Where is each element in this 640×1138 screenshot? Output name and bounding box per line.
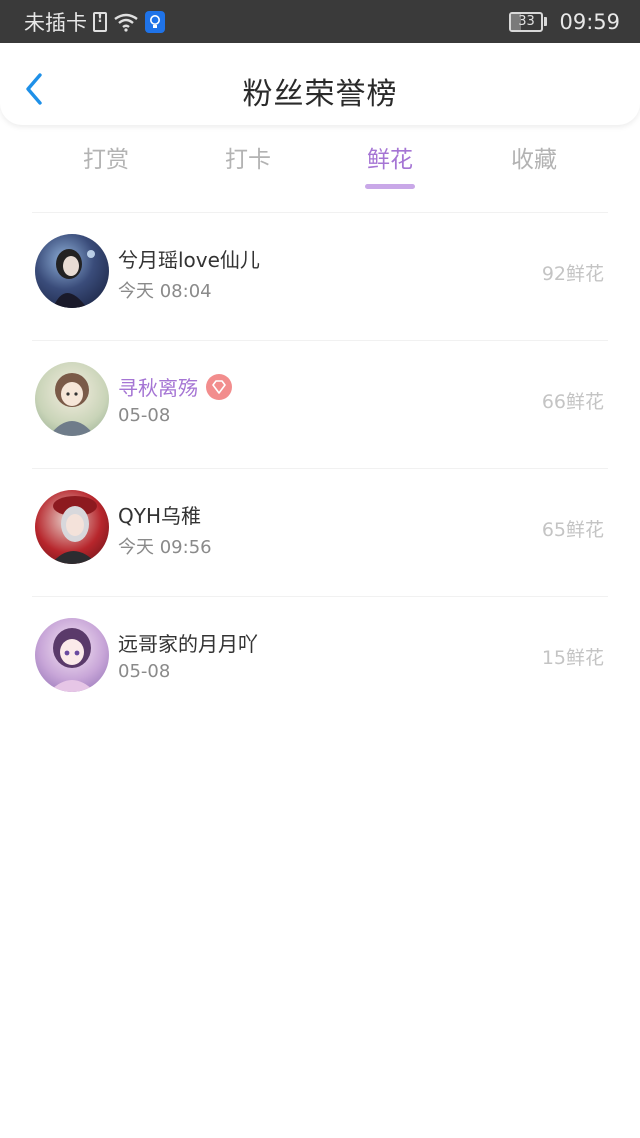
flower-count: 92鲜花 (541, 263, 604, 285)
avatar[interactable] (35, 618, 109, 692)
sim-alert-icon (93, 11, 107, 32)
tab-label: 打赏 (83, 147, 129, 173)
tab-flowers[interactable]: 鲜花 (340, 140, 440, 189)
wifi-icon (114, 13, 138, 32)
fan-name-text: 兮月瑶love仙儿 (118, 248, 260, 272)
status-bar: 未插卡 33 09:59 (0, 0, 640, 43)
flower-count: 66鲜花 (541, 391, 604, 413)
avatar[interactable] (35, 362, 109, 436)
status-bar-right: 33 09:59 (509, 10, 620, 34)
vip-diamond-icon (206, 373, 232, 400)
bulb-icon (145, 10, 165, 33)
tab-label: 收藏 (511, 147, 557, 173)
battery-level: 33 (518, 14, 535, 29)
fan-name-text: 寻秋离殇 (118, 376, 198, 400)
tab-bar: 打赏 打卡 鲜花 收藏 (0, 140, 640, 200)
avatar[interactable] (35, 234, 109, 308)
tab-label: 鲜花 (367, 147, 413, 173)
tab-label: 打卡 (225, 147, 271, 173)
list-item[interactable]: 兮月瑶love仙儿 今天 08:04 92鲜花 (0, 213, 640, 340)
tab-favorites[interactable]: 收藏 (484, 140, 584, 174)
fan-time: 今天 08:04 (118, 281, 212, 302)
list-item[interactable]: 寻秋离殇 05-08 66鲜花 (0, 341, 640, 468)
fan-name-text: 远哥家的月月吖 (118, 632, 258, 656)
clock: 09:59 (559, 9, 620, 34)
flower-count: 65鲜花 (541, 519, 604, 541)
fan-time: 05-08 (118, 405, 171, 426)
fan-name: 远哥家的月月吖 (118, 628, 258, 657)
fan-name: QYH乌稚 (118, 500, 201, 529)
flower-count: 15鲜花 (541, 647, 604, 669)
fan-time: 05-08 (118, 661, 171, 682)
header-bar: 粉丝荣誉榜 (0, 43, 640, 125)
list-item[interactable]: QYH乌稚 今天 09:56 65鲜花 (0, 469, 640, 596)
list-item[interactable]: 远哥家的月月吖 05-08 15鲜花 (0, 597, 640, 724)
fan-name: 兮月瑶love仙儿 (118, 244, 260, 273)
active-tab-indicator (365, 184, 415, 189)
status-bar-left: 未插卡 (24, 7, 165, 37)
carrier-label: 未插卡 (24, 10, 87, 35)
fan-time: 今天 09:56 (118, 537, 212, 558)
fan-name-text: QYH乌稚 (118, 504, 201, 528)
page-title: 粉丝荣誉榜 (242, 77, 398, 112)
tab-tip[interactable]: 打赏 (56, 140, 156, 174)
fan-name: 寻秋离殇 (118, 372, 232, 401)
tab-checkin[interactable]: 打卡 (198, 140, 298, 174)
fan-list: 兮月瑶love仙儿 今天 08:04 92鲜花 寻秋离殇 05-08 66鲜花 (0, 212, 640, 724)
avatar[interactable] (35, 490, 109, 564)
battery-icon: 33 (509, 11, 548, 32)
